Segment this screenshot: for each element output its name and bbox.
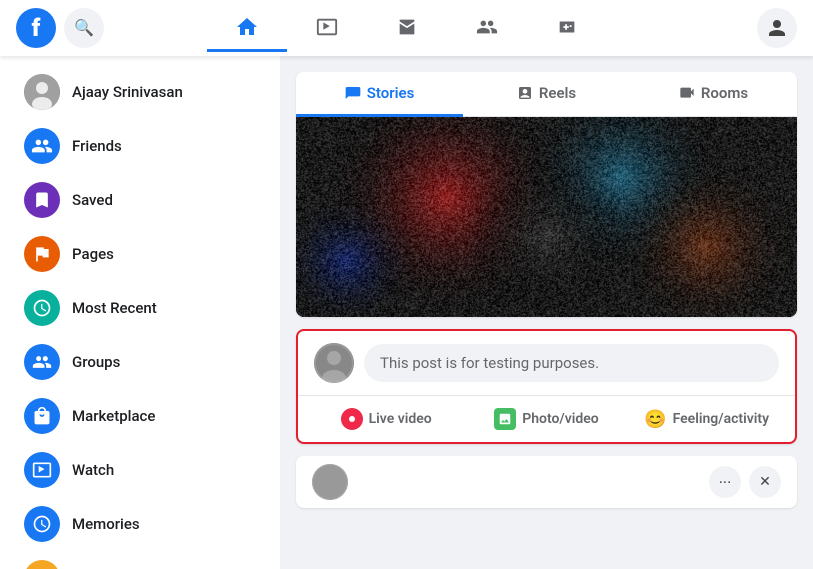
sidebar-item-marketplace-label: Marketplace [72,407,155,425]
marketplace-icon [24,398,60,434]
main-content: Ajaay Srinivasan Friends Saved [0,56,813,569]
nav-home-button[interactable] [207,4,287,52]
live-video-icon [341,408,363,430]
feeling-activity-button[interactable]: 😊 Feeling/activity [627,400,787,438]
search-button[interactable]: 🔍 [64,8,104,48]
photo-video-button[interactable]: Photo/video [466,400,626,438]
events-icon [24,560,60,569]
friends-icon [24,128,60,164]
nav-left: f 🔍 [16,8,104,48]
feeling-activity-icon: 😊 [645,408,667,430]
sidebar-item-watch[interactable]: Watch [8,444,272,496]
stories-tabs: Stories Reels Rooms [296,72,797,117]
saved-icon [24,182,60,218]
photo-video-icon [494,408,516,430]
top-navigation: f 🔍 [0,0,813,56]
feed-area: Stories Reels Rooms [280,56,813,569]
tab-stories[interactable]: Stories [296,72,463,117]
facebook-logo: f [16,8,56,48]
memories-icon [24,506,60,542]
sidebar-item-marketplace[interactable]: Marketplace [8,390,272,442]
nav-store-button[interactable] [367,4,447,52]
tab-reels[interactable]: Reels [463,72,630,117]
post-avatar [314,343,354,383]
sidebar-item-groups-label: Groups [72,353,120,371]
nav-gaming-button[interactable] [527,4,607,52]
watch-icon [24,452,60,488]
sidebar-item-events[interactable]: Events [8,552,272,569]
sidebar-item-watch-label: Watch [72,461,114,479]
sidebar: Ajaay Srinivasan Friends Saved [0,56,280,569]
sidebar-item-friends[interactable]: Friends [8,120,272,172]
sidebar-item-memories-label: Memories [72,515,140,533]
pages-icon [24,236,60,272]
close-button[interactable]: ✕ [749,466,781,498]
groups-icon [24,344,60,380]
profile-avatar [24,74,60,110]
stories-card: Stories Reels Rooms [296,72,797,317]
sidebar-item-memories[interactable]: Memories [8,498,272,550]
nav-center [207,4,607,52]
most-recent-icon [24,290,60,326]
sidebar-item-saved-label: Saved [72,191,113,209]
sidebar-item-profile[interactable]: Ajaay Srinivasan [8,66,272,118]
create-post-top: This post is for testing purposes. [298,331,795,395]
nav-right [757,8,797,48]
bottom-card-actions: ··· ✕ [709,466,781,498]
sidebar-item-pages[interactable]: Pages [8,228,272,280]
sidebar-item-friends-label: Friends [72,137,122,155]
nav-video-button[interactable] [287,4,367,52]
create-post-actions: Live video Photo/video 😊 Feeling/activit… [298,395,795,442]
sidebar-item-groups[interactable]: Groups [8,336,272,388]
create-post-card: This post is for testing purposes. Live … [296,329,797,444]
live-video-button[interactable]: Live video [306,400,466,438]
sidebar-item-saved[interactable]: Saved [8,174,272,226]
nav-profile-icon[interactable] [757,8,797,48]
sidebar-item-most-recent[interactable]: Most Recent [8,282,272,334]
sidebar-item-most-recent-label: Most Recent [72,299,157,317]
sidebar-item-pages-label: Pages [72,245,114,263]
tab-rooms[interactable]: Rooms [630,72,797,117]
bottom-card-avatar [312,464,348,500]
bottom-card-peek: ··· ✕ [296,456,797,508]
more-options-button[interactable]: ··· [709,466,741,498]
bottom-card-content [312,464,348,500]
profile-name: Ajaay Srinivasan [72,83,183,101]
post-input[interactable]: This post is for testing purposes. [364,344,779,382]
nav-groups-button[interactable] [447,4,527,52]
stories-content [296,117,797,317]
